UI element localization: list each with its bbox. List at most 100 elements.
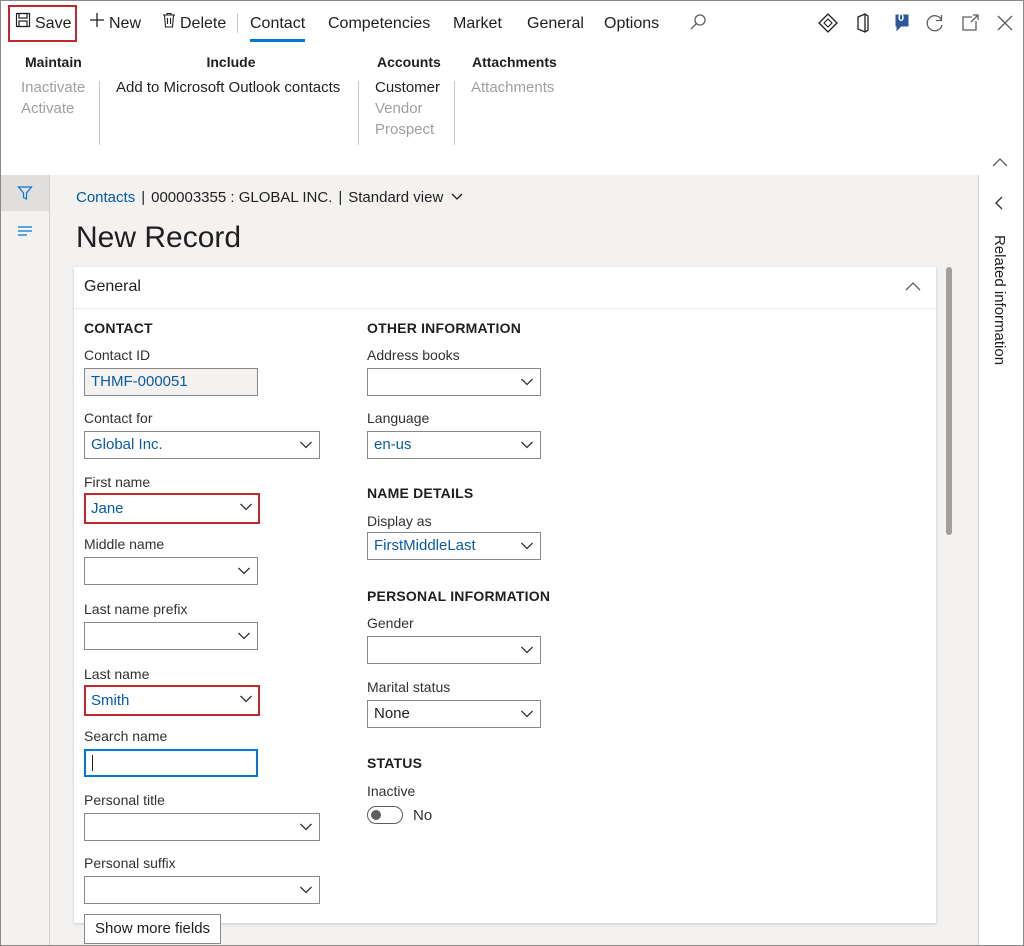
last-name-prefix-label: Last name prefix [84,601,188,617]
view-selector-label: Standard view [348,189,444,206]
vendor-action[interactable]: Vendor [375,98,441,119]
activate-action[interactable]: Activate [21,98,87,119]
add-to-outlook-action[interactable]: Add to Microsoft Outlook contacts [116,77,346,98]
section-title-other-information: OTHER INFORMATION [367,320,522,336]
ribbon-group-title: Maintain [25,54,82,70]
section-title-name-details: NAME DETAILS [367,485,474,501]
last-name-value: Smith [91,692,130,709]
tab-general[interactable]: General [527,9,584,39]
first-name-combobox[interactable]: Jane [84,493,260,524]
inactivate-action[interactable]: Inactivate [21,77,87,98]
notification-icon[interactable]: 0 [890,11,914,35]
breadcrumb-contacts-link[interactable]: Contacts [76,189,135,206]
general-fasttab-header[interactable]: General [74,267,936,309]
section-title-contact: CONTACT [84,320,153,336]
marital-status-label: Marital status [367,679,451,695]
section-title-personal-information: PERSONAL INFORMATION [367,588,551,604]
middle-name-combobox[interactable] [84,557,258,585]
view-selector[interactable]: Standard view [348,189,464,206]
scrollbar-thumb[interactable] [946,267,952,535]
tab-contact[interactable]: Contact [250,9,306,42]
open-new-window-icon[interactable] [958,11,982,35]
chevron-left-icon[interactable] [993,195,1005,216]
ribbon-group-maintain: Maintain Inactivate Activate [21,53,87,119]
personal-suffix-combobox[interactable] [84,876,320,904]
delete-button[interactable]: Delete [162,9,226,39]
search-icon[interactable] [687,11,711,35]
vertical-scrollbar[interactable] [944,267,954,927]
list-icon[interactable] [1,213,49,249]
chevron-down-icon [521,378,533,386]
tab-label: Contact [250,15,306,32]
tab-label: Competencies [328,15,431,32]
language-dropdown[interactable]: en-us [367,431,541,459]
general-fasttab: General CONTACT Contact ID THMF-000051 C… [74,267,936,944]
display-as-value: FirstMiddleLast [374,537,476,554]
personal-title-label: Personal title [84,792,165,808]
breadcrumb-record: 000003355 : GLOBAL INC. [151,189,333,206]
marital-status-value: None [374,705,410,722]
office-icon[interactable] [851,11,875,35]
search-name-label: Search name [84,728,168,744]
action-ribbon: Maintain Inactivate Activate Include Add… [1,45,1023,175]
contact-for-dropdown[interactable]: Global Inc. [84,431,320,459]
first-name-value: Jane [91,500,124,517]
filter-icon[interactable] [1,175,49,211]
other-information-column: OTHER INFORMATION Address books Language… [367,319,627,824]
contact-id-field: THMF-000051 [84,368,258,396]
last-name-prefix-combobox[interactable] [84,622,258,650]
section-title-status: STATUS [367,755,423,771]
ribbon-divider [99,81,100,145]
command-bar: Save New Delete Contact Competencies Mar… [1,1,1023,45]
tab-market[interactable]: Market [453,9,502,39]
marital-status-dropdown[interactable]: None [367,700,541,728]
related-information-pane: Related information [978,175,1023,945]
refresh-icon[interactable] [923,11,947,35]
trash-icon [162,9,176,39]
middle-name-label: Middle name [84,536,165,552]
address-books-dropdown[interactable] [367,368,541,396]
personal-title-combobox[interactable] [84,813,320,841]
chevron-down-icon [300,441,312,449]
chevron-down-icon [521,441,533,449]
inactive-toggle[interactable] [367,806,403,824]
display-as-dropdown[interactable]: FirstMiddleLast [367,532,541,560]
ribbon-divider [454,81,455,145]
tab-label: General [527,15,584,32]
search-name-input[interactable] [84,749,258,777]
chevron-down-icon [240,695,252,703]
new-button[interactable]: New [89,9,141,39]
chevron-down-icon [300,886,312,894]
chevron-down-icon [240,503,252,511]
left-rail [1,175,50,945]
close-icon[interactable] [993,11,1017,35]
tab-label: Market [453,15,502,32]
attachments-action[interactable]: Attachments [471,77,561,98]
diamond-icon[interactable] [816,11,840,35]
breadcrumb-separator: | [141,189,146,206]
ribbon-group-include: Include Add to Microsoft Outlook contact… [116,53,346,98]
prospect-action[interactable]: Prospect [375,119,441,140]
related-information-label[interactable]: Related information [991,235,1008,365]
tab-options[interactable]: Options [604,9,659,39]
address-books-label: Address books [367,347,460,363]
language-value: en-us [374,436,412,453]
customer-action[interactable]: Customer [375,77,441,98]
page-title: New Record [76,221,242,254]
ribbon-group-title: Include [206,54,256,70]
delete-label: Delete [180,15,227,33]
ribbon-group-attachments: Attachments Attachments [471,53,561,98]
show-more-fields-button[interactable]: Show more fields [84,914,222,944]
chevron-down-icon [521,542,533,550]
ribbon-group-accounts: Accounts Customer Vendor Prospect [375,53,441,140]
contact-for-label: Contact for [84,410,153,426]
chevron-up-icon [904,279,922,297]
collapse-ribbon-icon[interactable] [991,155,1009,173]
chevron-down-icon [452,193,463,200]
chevron-down-icon [238,632,250,640]
save-button[interactable]: Save [15,9,71,39]
last-name-combobox[interactable]: Smith [84,685,260,716]
chevron-down-icon [521,710,533,718]
tab-competencies[interactable]: Competencies [328,9,430,39]
gender-dropdown[interactable] [367,636,541,664]
